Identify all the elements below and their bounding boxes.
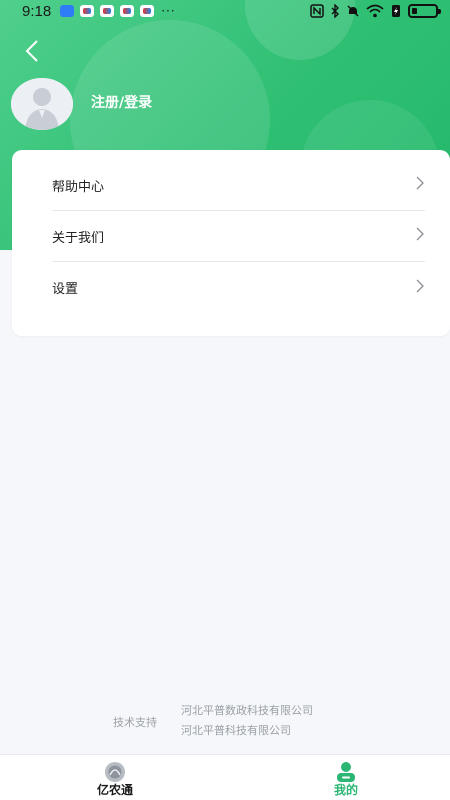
company-name: 河北平普科技有限公司 — [181, 724, 291, 737]
back-button[interactable] — [18, 36, 48, 66]
notification-icon — [80, 5, 95, 17]
notification-icon — [140, 5, 155, 17]
tech-support-footer: 技术支持 河北平普数政科技有限公司 河北平普科技有限公司 — [0, 700, 450, 740]
tab-label: 亿农通 — [96, 783, 133, 797]
company-name: 河北平普数政科技有限公司 — [181, 704, 313, 717]
mute-icon — [347, 5, 359, 17]
chevron-right-icon — [416, 227, 424, 241]
menu-card: 帮助中心 关于我们 设置 — [12, 150, 450, 336]
status-bar: 9:18 ··· — [0, 0, 450, 22]
menu-item-label: 关于我们 — [52, 230, 105, 246]
default-user-avatar-icon — [11, 78, 73, 130]
menu-item-label: 设置 — [52, 282, 79, 297]
bluetooth-icon — [331, 4, 339, 18]
avatar[interactable] — [11, 78, 73, 130]
tech-support-label: 技术支持 — [113, 716, 157, 729]
chevron-right-icon — [416, 279, 424, 292]
notification-icon — [100, 5, 115, 17]
nfc-icon — [310, 4, 324, 18]
status-time: 9:18 — [22, 2, 52, 20]
battery-icon — [408, 4, 441, 18]
menu-item-label: 帮助中心 — [52, 179, 105, 195]
chevron-right-icon — [416, 176, 424, 190]
user-profile-icon — [337, 762, 355, 782]
menu-item-help-center[interactable]: 帮助中心 — [52, 160, 425, 211]
register-login-link[interactable]: 注册/登录 — [91, 92, 152, 112]
yinongtong-logo-icon — [105, 762, 125, 782]
menu-item-about-us[interactable]: 关于我们 — [52, 211, 425, 262]
tab-mine[interactable]: 我的 — [286, 755, 406, 800]
menu-item-settings[interactable]: 设置 — [52, 262, 425, 313]
battery-saver-icon — [392, 5, 400, 17]
wifi-icon — [366, 4, 384, 18]
tab-yinongtong[interactable]: 亿农通 — [55, 755, 175, 800]
notification-icon — [120, 5, 135, 17]
chevron-left-icon — [25, 40, 38, 62]
bottom-tab-bar: 亿农通 我的 — [0, 754, 450, 800]
notification-icon — [60, 5, 75, 17]
more-notifications-icon: ··· — [161, 4, 176, 18]
tab-label: 我的 — [333, 783, 358, 797]
